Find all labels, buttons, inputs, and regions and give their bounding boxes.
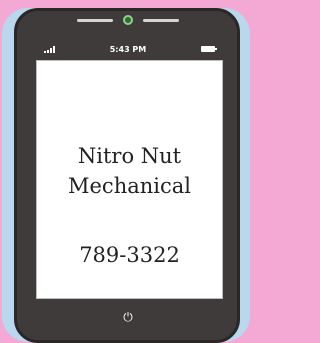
business-name: Nitro Nut Mechanical: [37, 141, 222, 201]
business-name-line-1: Nitro Nut: [77, 144, 182, 168]
business-name-line-2: Mechanical: [68, 174, 191, 198]
status-time: 5:43 PM: [109, 44, 147, 54]
phone-earpiece: [74, 15, 182, 25]
speaker-line-right: [143, 18, 179, 22]
phone-screen: Nitro Nut Mechanical 789-3322: [36, 60, 223, 299]
power-icon: ⏻: [123, 310, 133, 324]
camera-icon: [123, 15, 133, 25]
status-bar: 5:43 PM: [36, 38, 223, 60]
speaker-line-left: [77, 18, 113, 22]
signal-bars-icon: [44, 45, 55, 53]
battery-icon: [200, 46, 217, 52]
phone-number: 789-3322: [79, 243, 180, 267]
home-button[interactable]: ⏻: [119, 309, 137, 323]
